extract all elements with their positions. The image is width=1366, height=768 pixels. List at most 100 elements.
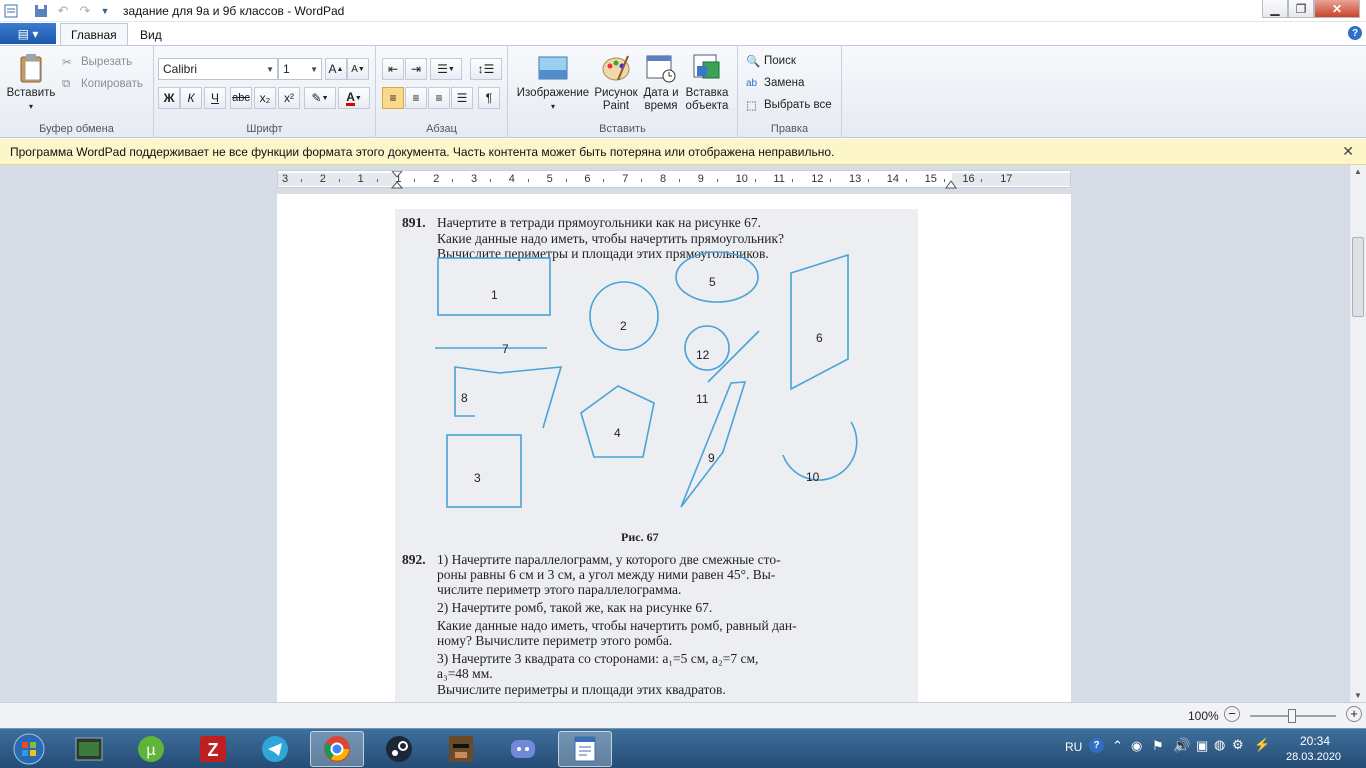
svg-text:µ: µ <box>146 742 155 759</box>
zoom-in-icon[interactable]: + <box>1346 706 1362 722</box>
bold-button[interactable]: Ж <box>158 87 180 109</box>
highlight-color-button[interactable]: ✎ ▼ <box>304 87 336 109</box>
scrollbar-thumb[interactable] <box>1352 237 1364 317</box>
cmd-icon[interactable] <box>62 731 116 767</box>
justify-button[interactable]: ☰ <box>451 87 473 109</box>
undo-icon[interactable]: ↶ <box>54 2 72 19</box>
increase-indent-button[interactable]: ⇥ <box>405 58 427 80</box>
utorrent-icon[interactable]: µ <box>124 731 178 767</box>
tab-home[interactable]: Главная <box>60 23 128 46</box>
exercise-892-line9: Вычислите периметры и площади этих квадр… <box>437 682 726 697</box>
exercise-892-line7: 3) Начертите 3 квадрата со сторонами: a₁… <box>437 651 759 666</box>
line-spacing-button[interactable]: ↕☰ <box>470 58 502 80</box>
maximize-button[interactable]: ❐ <box>1288 0 1314 18</box>
steam-tray-icon[interactable]: ⚙ <box>1232 737 1244 753</box>
chrome-icon[interactable] <box>310 731 364 767</box>
discord-icon[interactable] <box>496 731 550 767</box>
insert-image-button[interactable]: Изображение ▾ <box>514 52 592 113</box>
close-button[interactable]: ✕ <box>1314 0 1360 18</box>
infobar-message: Программа WordPad поддерживает не все фу… <box>10 145 835 159</box>
insert-datetime-button[interactable]: Дата и время <box>642 52 680 113</box>
scissors-icon: ✂ <box>62 57 72 69</box>
select-all-icon: ⬚ <box>746 100 757 112</box>
cut-button[interactable]: ✂ Вырезать <box>62 52 132 72</box>
wordpad-icon[interactable] <box>558 731 612 767</box>
start-orb[interactable] <box>2 731 56 767</box>
align-center-button[interactable]: ≡ <box>405 87 427 109</box>
bullet-list-button[interactable]: ☰ ▼ <box>430 58 462 80</box>
filezilla-icon[interactable]: Z <box>186 731 240 767</box>
italic-button[interactable]: К <box>180 87 202 109</box>
save-icon[interactable] <box>32 2 50 19</box>
document-page[interactable]: 891. Начертите в тетради прямоугольники … <box>277 194 1071 702</box>
clock-date[interactable]: 28.03.2020 <box>1286 751 1341 763</box>
subscript-button[interactable]: x₂ <box>254 87 276 109</box>
file-menu-button[interactable]: ▤ ▾ <box>0 23 56 44</box>
insert-paint-button[interactable]: Рисунок Paint <box>594 52 638 113</box>
zoom-slider[interactable] <box>1250 709 1336 723</box>
game-icon[interactable] <box>434 731 488 767</box>
right-indent-marker-icon[interactable] <box>945 177 957 189</box>
tray-overflow-icon[interactable]: ⌃ <box>1112 738 1123 754</box>
ruler-tick <box>867 179 869 182</box>
tab-view[interactable]: Вид <box>130 23 172 46</box>
steam-icon[interactable] <box>372 731 426 767</box>
underline-button[interactable]: Ч <box>204 87 226 109</box>
insert-object-button[interactable]: Вставка объекта <box>684 52 730 113</box>
chrome-tray-icon[interactable]: ◍ <box>1214 737 1225 753</box>
help-tray-icon[interactable]: ? <box>1089 738 1104 753</box>
font-family-select[interactable]: Calibri ▼ <box>158 58 278 80</box>
language-indicator[interactable]: RU <box>1065 740 1082 754</box>
ruler-tick <box>527 179 529 182</box>
paragraph-settings-button[interactable]: ¶ <box>478 87 500 109</box>
align-center-icon: ≡ <box>412 91 420 105</box>
font-color-button[interactable]: A ▼ <box>338 87 370 109</box>
editing-group-label: Правка <box>770 123 809 135</box>
insert-image-label: Изображение <box>516 87 590 99</box>
font-color-icon: A <box>346 89 355 106</box>
find-label: Поиск <box>764 55 796 67</box>
network-tray-icon[interactable]: ⚑ <box>1152 738 1164 754</box>
redo-icon[interactable]: ↷ <box>76 2 94 19</box>
align-left-button[interactable]: ≡ <box>382 87 404 109</box>
customize-quick-access-icon[interactable]: ▼ <box>96 2 114 19</box>
vertical-scrollbar[interactable]: ▲ ▼ <box>1349 165 1366 702</box>
infobar-close-icon[interactable]: ✕ <box>1342 143 1354 160</box>
replace-button[interactable]: ab Замена <box>746 73 804 93</box>
find-button[interactable]: 🔍 Поиск <box>746 51 796 71</box>
figure-shape-6 <box>790 253 849 391</box>
ruler-tick <box>641 179 643 182</box>
clock-time[interactable]: 20:34 <box>1300 734 1330 748</box>
zoom-slider-thumb[interactable] <box>1288 709 1296 723</box>
wordpad-app-icon[interactable] <box>2 2 20 19</box>
font-size-select[interactable]: 1 ▼ <box>278 58 322 80</box>
scroll-down-icon[interactable]: ▼ <box>1354 691 1362 700</box>
strikethrough-button[interactable]: abc <box>230 87 252 109</box>
power-tray-icon[interactable]: ⚡ <box>1254 737 1270 753</box>
shrink-font-button[interactable]: A ▼ <box>347 58 369 80</box>
figure-label-6: 6 <box>816 331 823 345</box>
zoom-out-icon[interactable]: − <box>1224 706 1240 722</box>
align-right-button[interactable]: ≡ <box>428 87 450 109</box>
scroll-up-icon[interactable]: ▲ <box>1354 167 1362 176</box>
superscript-button[interactable]: x² <box>278 87 300 109</box>
ruler-label: 3 <box>282 173 289 185</box>
insert-datetime-label-2: время <box>644 100 678 112</box>
grow-font-button[interactable]: A ▲ <box>325 58 347 80</box>
minimize-button[interactable]: ▁ <box>1262 0 1288 18</box>
copy-button[interactable]: ⧉ Копировать <box>62 74 143 94</box>
ruler-label: 9 <box>697 173 704 185</box>
telegram-icon[interactable] <box>248 731 302 767</box>
device-tray-icon[interactable]: ▣ <box>1196 738 1208 754</box>
indent-marker-icon[interactable] <box>391 171 403 189</box>
decrease-indent-button[interactable]: ⇤ <box>382 58 404 80</box>
help-icon[interactable]: ? <box>1348 26 1362 40</box>
discord-tray-icon[interactable]: ◉ <box>1131 738 1142 754</box>
exercise-892-line8: a₃=48 мм. <box>437 666 493 681</box>
paste-button[interactable]: Вставить ▾ <box>6 52 56 113</box>
volume-tray-icon[interactable]: 🔊 <box>1173 737 1190 754</box>
select-all-button[interactable]: ⬚ Выбрать все <box>746 95 832 115</box>
ruler[interactable]: 3 2 1 1 2 3 4 5 6 7 8 9 10 11 12 13 14 15 16 17 <box>277 170 1071 189</box>
taskbar: µ Z RU ? ⌃ ◉ ⚑ 🔊 ▣ ◍ ⚙ ⚡ 20:34 28.03.202… <box>0 728 1366 768</box>
figure-label-11: 11 <box>696 392 709 406</box>
